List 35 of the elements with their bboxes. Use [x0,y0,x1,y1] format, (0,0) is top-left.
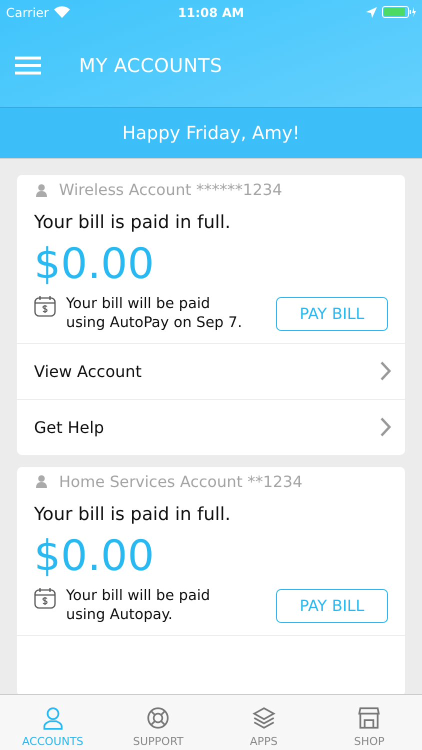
person-icon [36,184,47,196]
carrier-label: Carrier [6,4,49,20]
balance-amount: $0.00 [34,532,156,580]
account-link-row[interactable]: Get Help [17,398,405,455]
bill-status: Your bill is paid in full. [34,504,232,525]
account-name: Wireless Account ******1234 [59,181,282,199]
tab-item[interactable]: SHOP [316,695,422,750]
link-label: Get Help [34,418,104,437]
chevron-right-icon [380,361,391,382]
tab-item[interactable]: SUPPORT [106,695,211,750]
balance-amount: $0.00 [34,241,156,288]
battery-icon [382,6,416,18]
calendar-dollar-icon [34,295,56,318]
page-title: MY ACCOUNTS [79,54,222,76]
tab-item[interactable]: ACCOUNTS [0,695,106,750]
calendar-dollar-icon [34,587,56,610]
autopay-note: Your bill will be paid using Autopay. [66,587,212,625]
chevron-right-icon [380,417,391,438]
layers-icon [250,705,277,731]
wifi-icon [54,6,70,18]
autopay-note: Your bill will be paid using AutoPay on Sep 7. [66,295,244,333]
bill-status: Your bill is paid in full. [34,212,232,233]
greeting-text: Happy Friday, Amy! [122,122,300,144]
clock-time: 11:08 AM [178,4,244,20]
menu-icon[interactable] [15,56,41,75]
tab-item[interactable]: APPS [211,695,316,750]
location-arrow-icon [366,6,377,18]
person-icon [36,475,47,488]
store-icon [356,705,382,731]
pay-bill-button[interactable]: PAY BILL [276,297,388,332]
account-name: Home Services Account **1234 [59,472,302,491]
pay-bill-button[interactable]: PAY BILL [276,588,388,623]
lifebuoy-icon [145,705,172,731]
account-link-row[interactable]: View Account [17,342,405,399]
link-label: View Account [34,362,142,381]
